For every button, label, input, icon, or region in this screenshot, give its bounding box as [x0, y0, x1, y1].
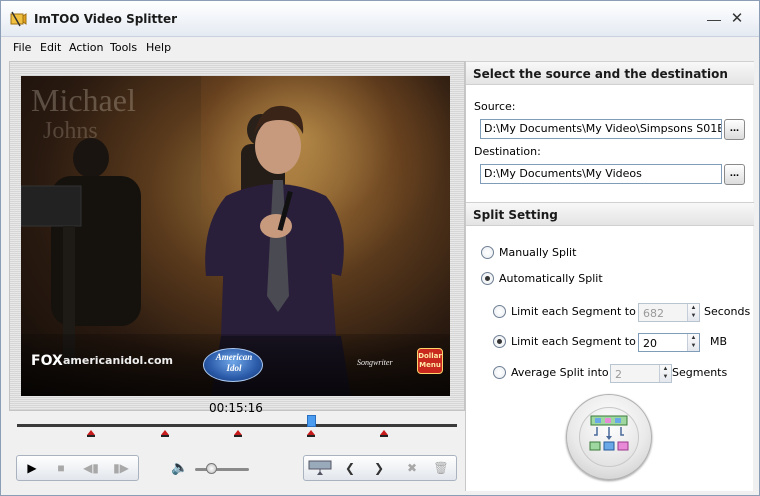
- auto-split-radio[interactable]: [481, 272, 494, 285]
- previous-marker-icon[interactable]: ❮: [339, 459, 361, 477]
- split-marker[interactable]: [306, 430, 316, 439]
- video-preview[interactable]: Michael Johns FOX americanidol.com Ameri…: [21, 76, 450, 396]
- app-icon: [10, 11, 27, 27]
- stepper-arrows-icon[interactable]: ▲ ▼: [659, 365, 671, 382]
- destination-input[interactable]: D:\My Documents\My Videos: [480, 164, 722, 184]
- add-marker-icon[interactable]: [307, 459, 333, 477]
- sponsor-logo-text: Dollar Menu: [417, 352, 443, 370]
- stepper-arrows-icon[interactable]: ▲ ▼: [687, 334, 699, 351]
- split-marker[interactable]: [86, 430, 96, 439]
- destination-browse-button[interactable]: ...: [724, 164, 745, 185]
- sponsor-logo-line1: Dollar: [418, 352, 442, 360]
- manual-split-label[interactable]: Manually Split: [499, 246, 576, 259]
- trash-icon[interactable]: 🗑: [430, 459, 452, 477]
- minimize-icon[interactable]: —: [704, 10, 724, 28]
- next-frame-icon[interactable]: ▮▶: [110, 459, 132, 477]
- source-label: Source:: [474, 100, 516, 113]
- stop-icon[interactable]: ■: [50, 459, 72, 477]
- limit-mb-unit: MB: [710, 335, 728, 348]
- timeline-track[interactable]: [17, 424, 457, 427]
- volume-slider[interactable]: [195, 468, 249, 471]
- manual-split-radio[interactable]: [481, 246, 494, 259]
- show-logo-line2: Idol: [226, 363, 242, 373]
- limit-seconds-label[interactable]: Limit each Segment to: [511, 305, 636, 318]
- close-icon[interactable]: ✕: [727, 10, 747, 28]
- split-marker[interactable]: [379, 430, 389, 439]
- playhead-handle[interactable]: [307, 415, 316, 427]
- average-split-label[interactable]: Average Split into: [511, 366, 609, 379]
- split-setting-header: Split Setting: [466, 202, 754, 226]
- network-url: americanidol.com: [63, 354, 174, 367]
- split-marker[interactable]: [160, 430, 170, 439]
- network-logo: FOX: [31, 353, 63, 369]
- menu-bar: File Edit Action Tools Help: [1, 37, 759, 59]
- limit-seconds-radio[interactable]: [493, 305, 506, 318]
- split-setting-title: Split Setting: [473, 208, 558, 222]
- average-split-unit: Segments: [672, 366, 728, 379]
- volume-icon[interactable]: 🔈: [171, 459, 188, 476]
- source-browse-button[interactable]: ...: [724, 119, 745, 140]
- limit-mb-value: 20: [643, 337, 657, 350]
- volume-slider-knob[interactable]: [205, 463, 217, 474]
- sponsor-logo-line2: Menu: [419, 361, 441, 369]
- menu-edit[interactable]: Edit: [40, 41, 61, 54]
- next-marker-icon[interactable]: ❯: [368, 459, 390, 477]
- limit-mb-label[interactable]: Limit each Segment to: [511, 335, 636, 348]
- limit-mb-stepper[interactable]: 20 ▲ ▼: [638, 333, 700, 352]
- menu-tools[interactable]: Tools: [110, 41, 137, 54]
- limit-seconds-value: 682: [643, 307, 664, 320]
- app-window: ImTOO Video Splitter — ✕ File Edit Actio…: [0, 0, 760, 496]
- window-title: ImTOO Video Splitter: [34, 12, 178, 26]
- delete-marker-icon[interactable]: ✖: [401, 459, 423, 477]
- limit-mb-radio[interactable]: [493, 335, 506, 348]
- overlay-name-line2: Johns: [43, 118, 98, 144]
- play-icon[interactable]: ▶: [21, 459, 43, 477]
- destination-label: Destination:: [474, 145, 541, 158]
- prev-frame-icon[interactable]: ◀▮: [80, 459, 102, 477]
- stepper-arrows-icon[interactable]: ▲ ▼: [687, 304, 699, 321]
- show-logo-text: American Idol: [209, 352, 259, 374]
- limit-seconds-unit: Seconds: [704, 305, 751, 318]
- overlay-name-line1: Michael: [31, 82, 136, 118]
- menu-file[interactable]: File: [13, 41, 31, 54]
- title-bar[interactable]: ImTOO Video Splitter — ✕: [1, 1, 759, 37]
- source-destination-title: Select the source and the destination: [473, 67, 728, 81]
- source-input[interactable]: D:\My Documents\My Video\Simpsons S01E: [480, 119, 722, 139]
- split-marker[interactable]: [233, 430, 243, 439]
- menu-action[interactable]: Action: [69, 41, 103, 54]
- menu-help[interactable]: Help: [146, 41, 171, 54]
- average-split-value: 2: [615, 368, 622, 381]
- average-split-radio[interactable]: [493, 366, 506, 379]
- marker-controls: ❮ ❯ ✖ 🗑: [303, 455, 457, 481]
- split-icon: [589, 415, 629, 451]
- auto-split-label[interactable]: Automatically Split: [499, 272, 603, 285]
- current-timecode: 00:15:16: [209, 401, 263, 415]
- transport-controls: ▶ ■ ◀▮ ▮▶: [16, 455, 139, 481]
- source-destination-header: Select the source and the destination: [466, 61, 754, 85]
- show-logo-line1: American: [215, 352, 253, 362]
- sponsor-text: Songwriter: [357, 358, 393, 367]
- limit-seconds-stepper[interactable]: 682 ▲ ▼: [638, 303, 700, 322]
- average-split-stepper[interactable]: 2 ▲ ▼: [610, 364, 672, 383]
